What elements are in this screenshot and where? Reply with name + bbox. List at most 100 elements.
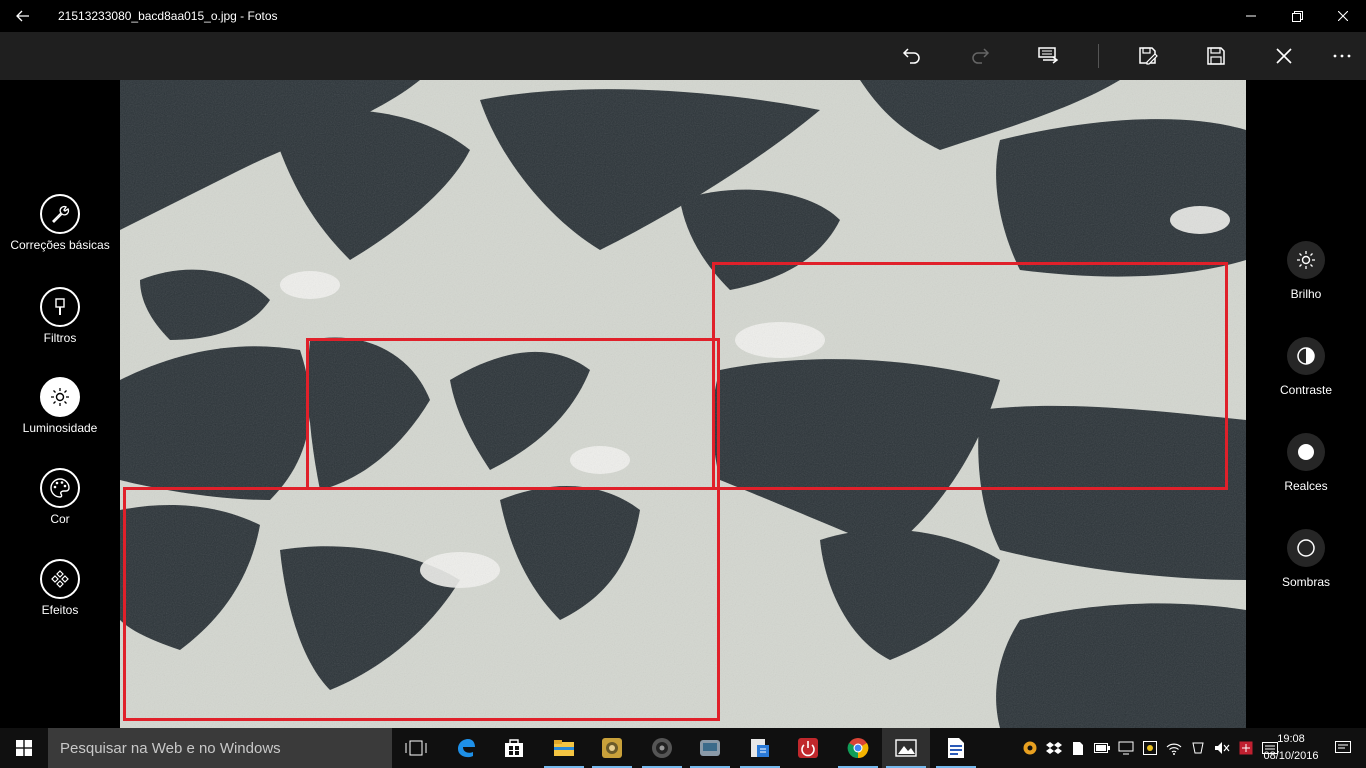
tray-app-3[interactable] (1186, 728, 1210, 768)
compare-button[interactable] (1024, 32, 1072, 80)
tray-file[interactable] (1066, 728, 1090, 768)
tray-app-1[interactable] (1018, 728, 1042, 768)
taskbar-app-edge[interactable] (442, 728, 490, 768)
tray-dropbox[interactable] (1042, 728, 1066, 768)
wrench-icon (52, 205, 70, 223)
tray-battery[interactable] (1090, 728, 1114, 768)
category-effects[interactable]: Efeitos (0, 559, 120, 617)
taskbar-app-photos[interactable] (882, 728, 930, 768)
close-window-button[interactable] (1320, 0, 1366, 32)
notifications-icon (1335, 741, 1351, 753)
category-button[interactable] (40, 194, 80, 234)
window-controls (1228, 0, 1366, 32)
power-app-icon (798, 738, 818, 758)
category-label: Cor (50, 512, 70, 526)
save-copy-icon (1139, 47, 1158, 65)
contrast-icon (1297, 347, 1315, 365)
effects-icon (51, 570, 69, 588)
adjust-label: Sombras (1281, 575, 1331, 589)
edge-icon (458, 739, 475, 758)
adjust-dial[interactable] (1287, 241, 1325, 279)
category-label: Luminosidade (22, 421, 98, 435)
adjust-contrast[interactable]: Contraste (1246, 337, 1366, 397)
highlight-box-middle (306, 338, 720, 490)
category-color[interactable]: Cor (0, 468, 120, 526)
chrome-icon (847, 738, 869, 759)
category-filters[interactable]: Filtros (0, 287, 120, 345)
undo-button[interactable] (888, 32, 936, 80)
highlights-icon (1298, 444, 1314, 460)
taskbar-app-chrome[interactable] (834, 728, 882, 768)
photo-canvas[interactable] (120, 80, 1246, 728)
category-button[interactable] (40, 377, 80, 417)
category-light[interactable]: Luminosidade (0, 377, 120, 435)
category-label: Filtros (43, 331, 77, 345)
taskbar-app-3[interactable] (686, 728, 734, 768)
file-explorer-icon (554, 740, 574, 756)
app-icon (751, 739, 769, 757)
tray-app-4[interactable] (1234, 728, 1258, 768)
category-button[interactable] (40, 287, 80, 327)
adjust-dial[interactable] (1287, 337, 1325, 375)
taskbar-app-file-explorer[interactable] (540, 728, 588, 768)
shadows-icon (1297, 539, 1315, 557)
taskbar-app-5[interactable] (784, 728, 832, 768)
minimize-icon (1246, 15, 1256, 17)
device-icon (1118, 741, 1134, 755)
adjust-dial[interactable] (1287, 529, 1325, 567)
category-button[interactable] (40, 559, 80, 599)
compare-icon (1038, 47, 1059, 64)
more-button[interactable] (1318, 32, 1366, 80)
highlight-box-right (712, 262, 1228, 490)
redo-button[interactable] (956, 32, 1004, 80)
taskbar-app-2[interactable] (638, 728, 686, 768)
taskbar-app-4[interactable] (736, 728, 784, 768)
brush-icon (55, 298, 65, 315)
minimize-button[interactable] (1228, 0, 1274, 32)
tray-device[interactable] (1114, 728, 1138, 768)
tray-volume[interactable] (1210, 728, 1234, 768)
search-placeholder: Pesquisar na Web e no Windows (60, 739, 281, 757)
edit-toolbar (0, 32, 1366, 80)
app-icon (700, 740, 720, 756)
category-basic-fixes[interactable]: Correções básicas (0, 194, 120, 252)
undo-icon (902, 48, 920, 64)
palette-icon (50, 478, 70, 498)
category-label: Correções básicas (10, 238, 110, 252)
speaker-app-icon (652, 738, 672, 758)
taskbar-app-1[interactable] (588, 728, 636, 768)
title-bar: 21513233080_bacd8aa015_o.jpg - Fotos (0, 0, 1366, 32)
edit-categories-panel: Correções básicas Filtros Luminosidade C… (0, 80, 120, 728)
brightness-icon (1297, 251, 1315, 269)
tray-network[interactable] (1162, 728, 1186, 768)
restore-button[interactable] (1274, 0, 1320, 32)
taskbar-app-document[interactable] (932, 728, 980, 768)
adjust-highlights[interactable]: Realces (1246, 433, 1366, 493)
action-center-button[interactable] (1328, 728, 1358, 768)
restore-icon (1291, 10, 1303, 22)
taskbar-clock[interactable]: 19:08 08/10/2016 (1260, 731, 1322, 765)
clock-date: 08/10/2016 (1263, 750, 1319, 762)
store-icon (505, 739, 523, 757)
adjust-shadows[interactable]: Sombras (1246, 529, 1366, 589)
cancel-button[interactable] (1260, 32, 1308, 80)
back-button[interactable] (0, 0, 46, 32)
save-copy-button[interactable] (1124, 32, 1172, 80)
tray-app-icon (1192, 742, 1204, 754)
category-label: Efeitos (41, 603, 79, 617)
start-button[interactable] (0, 728, 48, 768)
task-view-button[interactable] (392, 728, 440, 768)
category-button[interactable] (40, 468, 80, 508)
taskbar-search-box[interactable]: Pesquisar na Web e no Windows (48, 728, 392, 768)
adjust-label: Contraste (1279, 383, 1333, 397)
tray-app-2[interactable] (1138, 728, 1162, 768)
adjust-brightness[interactable]: Brilho (1246, 241, 1366, 301)
taskbar-app-store[interactable] (490, 728, 538, 768)
battery-icon (1094, 743, 1110, 753)
document-icon (948, 738, 964, 758)
back-arrow-icon (16, 10, 29, 22)
save-button[interactable] (1192, 32, 1240, 80)
tray-app-icon (1239, 741, 1253, 755)
adjust-dial[interactable] (1287, 433, 1325, 471)
file-icon (1073, 741, 1083, 755)
